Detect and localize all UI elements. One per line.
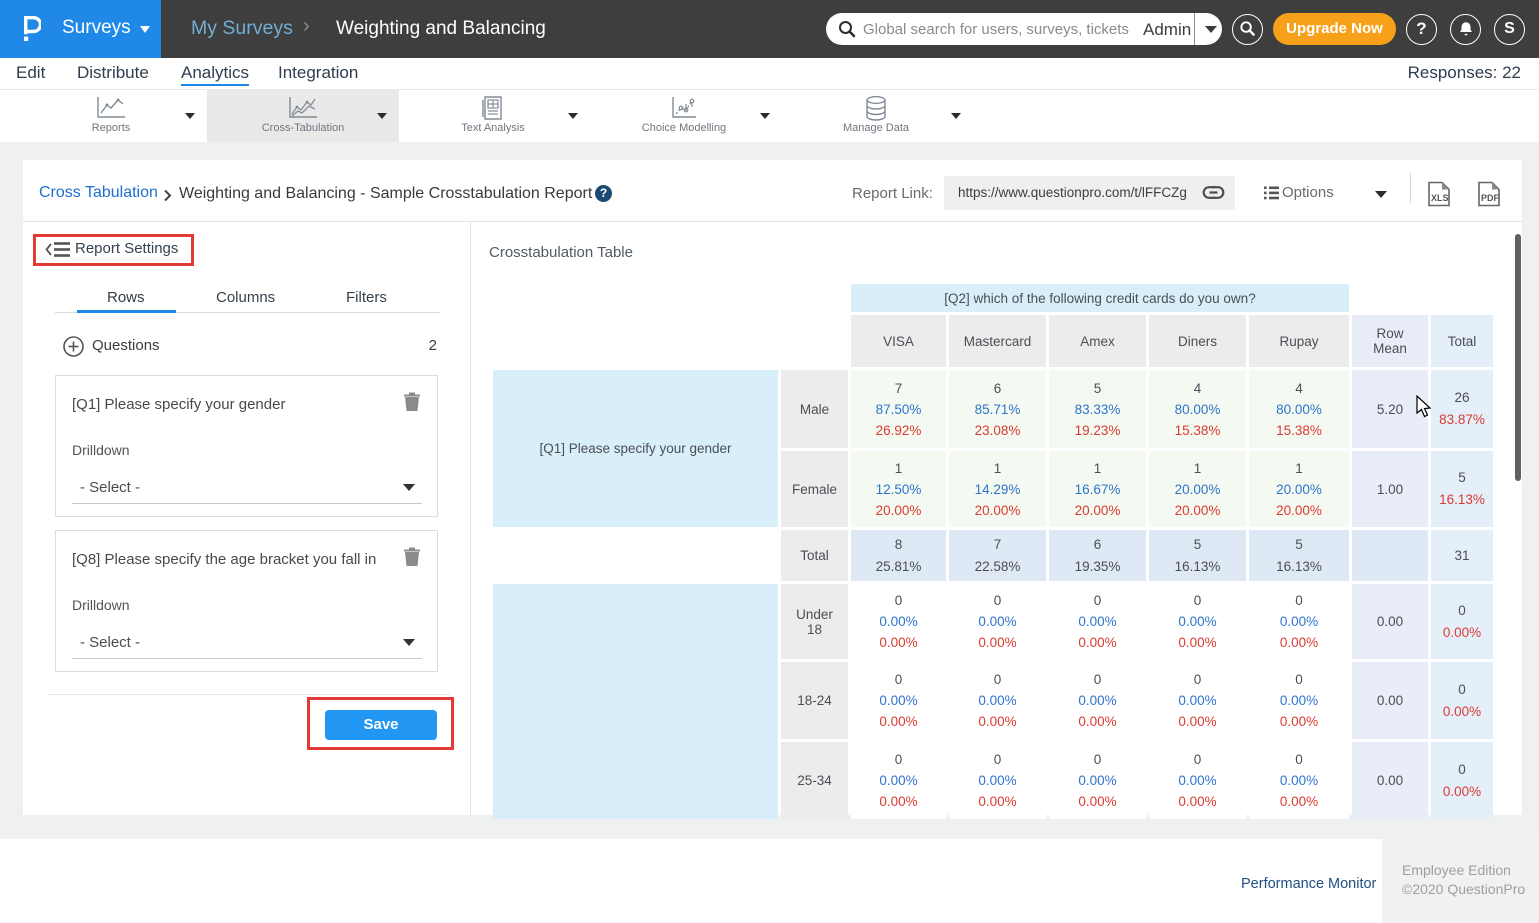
svg-text:PDF: PDF [1481,193,1500,203]
svg-text:XLS: XLS [1431,193,1449,203]
